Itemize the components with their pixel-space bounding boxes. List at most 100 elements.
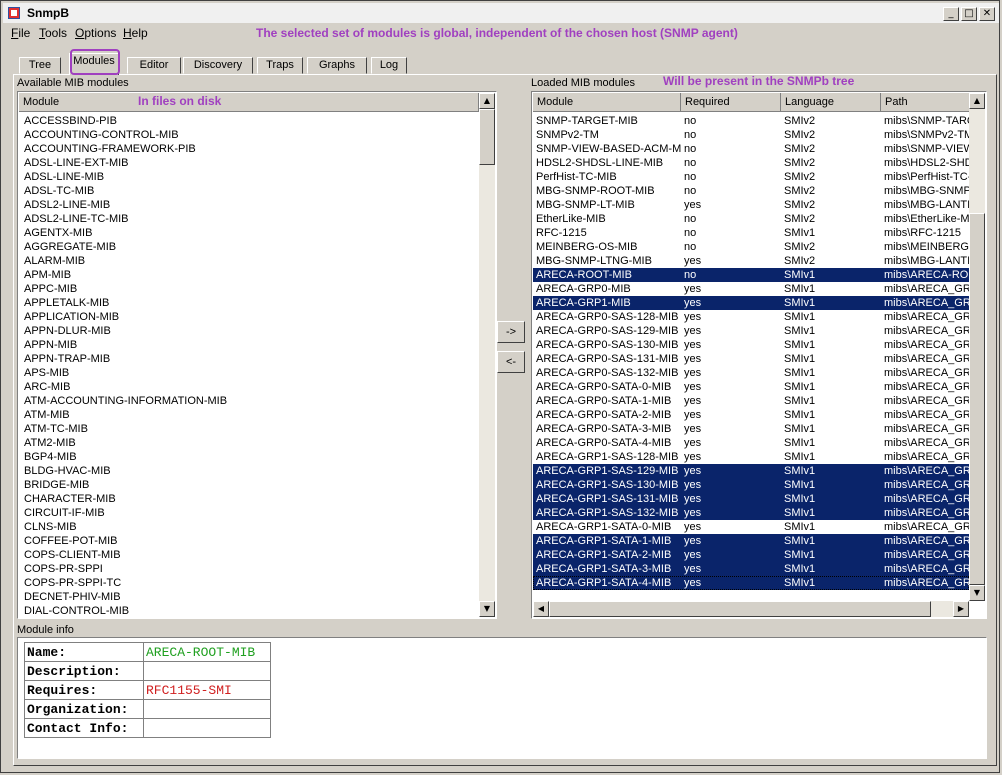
table-row[interactable]: SNMP-VIEW-BASED-ACM-MIB no SMIv2 mibs\SNMP-…: [533, 142, 971, 156]
loaded-list-hscrollbar[interactable]: ◀ ▶: [533, 601, 969, 617]
table-row[interactable]: ARECA-GRP0-SAS-128-MIB yes SMIv1 mibs\ARECA…: [533, 310, 971, 324]
table-row[interactable]: EtherLike-MIB no SMIv2 mibs\EtherLike-MI: [533, 212, 971, 226]
table-row[interactable]: MBG-SNMP-LTNG-MIB yes SMIv2 mibs\MBG-LANTI.…: [533, 254, 971, 268]
list-item[interactable]: APPN-DLUR-MIB: [19, 324, 479, 338]
available-modules-list[interactable]: Module ACCESSBIND-PIB ACCOUNTING-CONTROL-…: [17, 91, 497, 619]
table-row[interactable]: PerfHist-TC-MIB no SMIv2 mibs\PerfHist-TC-.…: [533, 170, 971, 184]
list-item[interactable]: COFFEE-POT-MIB: [19, 534, 479, 548]
add-module-button[interactable]: ->: [497, 321, 525, 343]
table-row[interactable]: MBG-SNMP-LT-MIB yes SMIv2 mibs\MBG-LANTI...: [533, 198, 971, 212]
list-item[interactable]: ADSL-TC-MIB: [19, 184, 479, 198]
maximize-button[interactable]: □: [961, 7, 977, 21]
list-item[interactable]: DECNET-PHIV-MIB: [19, 590, 479, 604]
scroll-down-button[interactable]: ▼: [479, 601, 495, 617]
table-row[interactable]: ARECA-GRP0-SATA-1-MIB yes SMIv1 mibs\ARECA_…: [533, 394, 971, 408]
list-item[interactable]: COPS-PR-SPPI: [19, 562, 479, 576]
table-row[interactable]: ARECA-GRP1-SAS-128-MIB yes SMIv1 mibs\ARECA…: [533, 450, 971, 464]
list-item[interactable]: AGENTX-MIB: [19, 226, 479, 240]
list-item[interactable]: BLDG-HVAC-MIB: [19, 464, 479, 478]
scroll-thumb[interactable]: [969, 213, 985, 585]
column-header-module[interactable]: Module: [19, 93, 479, 112]
minimize-button[interactable]: _: [943, 7, 959, 21]
table-row[interactable]: ARECA-GRP1-SATA-0-MIB yes SMIv1 mibs\ARECA_…: [533, 520, 971, 534]
scroll-thumb[interactable]: [479, 109, 495, 165]
available-list-scrollbar[interactable]: ▲ ▼: [479, 93, 495, 617]
list-item[interactable]: ALARM-MIB: [19, 254, 479, 268]
list-item[interactable]: AGGREGATE-MIB: [19, 240, 479, 254]
tab-tree[interactable]: Tree: [19, 57, 61, 74]
list-item[interactable]: CHARACTER-MIB: [19, 492, 479, 506]
tab-traps[interactable]: Traps: [257, 57, 303, 74]
table-row[interactable]: ARECA-GRP1-SAS-131-MIB yes SMIv1 mibs\ARECA…: [533, 492, 971, 506]
list-item[interactable]: ATM-MIB: [19, 408, 479, 422]
tab-editor[interactable]: Editor: [127, 57, 181, 74]
tab-log[interactable]: Log: [371, 57, 407, 74]
remove-module-button[interactable]: <-: [497, 351, 525, 373]
table-row[interactable]: ARECA-GRP1-SATA-4-MIB yes SMIv1 mibs\ARECA_…: [533, 576, 971, 590]
tab-discovery[interactable]: Discovery: [183, 57, 253, 74]
close-button[interactable]: ✕: [979, 7, 995, 21]
menu-file[interactable]: File: [11, 26, 30, 40]
table-row[interactable]: ARECA-GRP1-SAS-132-MIB yes SMIv1 mibs\ARECA…: [533, 506, 971, 520]
table-row[interactable]: ARECA-GRP0-SAS-131-MIB yes SMIv1 mibs\ARECA…: [533, 352, 971, 366]
column-header-language[interactable]: Language: [781, 93, 881, 112]
table-row[interactable]: ARECA-GRP1-SATA-1-MIB yes SMIv1 mibs\ARECA_…: [533, 534, 971, 548]
loaded-modules-list[interactable]: Module Required Language Path SNMP-TARGE…: [531, 91, 987, 619]
list-item[interactable]: APPLICATION-MIB: [19, 310, 479, 324]
tab-graphs[interactable]: Graphs: [307, 57, 367, 74]
menu-tools[interactable]: Tools: [39, 26, 67, 40]
list-item[interactable]: CLNS-MIB: [19, 520, 479, 534]
scroll-right-button[interactable]: ▶: [953, 601, 969, 617]
menu-options[interactable]: Options: [75, 26, 116, 40]
table-row[interactable]: ARECA-GRP0-SAS-132-MIB yes SMIv1 mibs\ARECA…: [533, 366, 971, 380]
list-item[interactable]: APM-MIB: [19, 268, 479, 282]
table-row[interactable]: ARECA-GRP0-SATA-4-MIB yes SMIv1 mibs\ARECA_…: [533, 436, 971, 450]
list-item[interactable]: ADSL2-LINE-MIB: [19, 198, 479, 212]
list-item[interactable]: ADSL2-LINE-TC-MIB: [19, 212, 479, 226]
table-row[interactable]: ARECA-GRP1-SAS-130-MIB yes SMIv1 mibs\ARECA…: [533, 478, 971, 492]
table-row[interactable]: ARECA-GRP0-SATA-3-MIB yes SMIv1 mibs\ARECA_…: [533, 422, 971, 436]
table-row[interactable]: ARECA-GRP0-SAS-129-MIB yes SMIv1 mibs\ARECA…: [533, 324, 971, 338]
table-row[interactable]: ARECA-GRP0-SAS-130-MIB yes SMIv1 mibs\ARECA…: [533, 338, 971, 352]
list-item[interactable]: APS-MIB: [19, 366, 479, 380]
list-item[interactable]: APPLETALK-MIB: [19, 296, 479, 310]
list-item[interactable]: APPN-TRAP-MIB: [19, 352, 479, 366]
scroll-down-button[interactable]: ▼: [969, 585, 985, 601]
scroll-up-button[interactable]: ▲: [969, 93, 985, 109]
list-item[interactable]: DIAL-CONTROL-MIB: [19, 604, 479, 618]
scroll-up-button[interactable]: ▲: [479, 93, 495, 109]
list-item[interactable]: ACCOUNTING-FRAMEWORK-PIB: [19, 142, 479, 156]
table-row[interactable]: HDSL2-SHDSL-LINE-MIB no SMIv2 mibs\HDSL2-SH…: [533, 156, 971, 170]
list-item[interactable]: ACCESSBIND-PIB: [19, 114, 479, 128]
list-item[interactable]: ATM-ACCOUNTING-INFORMATION-MIB: [19, 394, 479, 408]
column-header-required[interactable]: Required: [681, 93, 781, 112]
loaded-list-vscrollbar[interactable]: ▲ ▼: [969, 93, 985, 601]
table-row[interactable]: ARECA-GRP1-MIB yes SMIv1 mibs\ARECA_GR...: [533, 296, 971, 310]
table-row[interactable]: ARECA-GRP0-SATA-0-MIB yes SMIv1 mibs\ARECA_…: [533, 380, 971, 394]
column-header-module[interactable]: Module: [533, 93, 681, 112]
list-item[interactable]: ATM-TC-MIB: [19, 422, 479, 436]
column-header-path[interactable]: Path: [881, 93, 971, 112]
list-item[interactable]: BRIDGE-MIB: [19, 478, 479, 492]
table-row[interactable]: MEINBERG-OS-MIB no SMIv2 mibs\MEINBERG-...: [533, 240, 971, 254]
table-row[interactable]: RFC-1215 no SMIv1 mibs\RFC-1215: [533, 226, 969, 240]
table-row[interactable]: ARECA-GRP1-SAS-129-MIB yes SMIv1 mibs\ARECA…: [533, 464, 971, 478]
title-bar[interactable]: SnmpB _ □ ✕: [3, 3, 999, 23]
table-row[interactable]: SNMPv2-TM no SMIv2 mibs\SNMPv2-TM: [533, 128, 971, 142]
table-row[interactable]: MBG-SNMP-ROOT-MIB no SMIv2 mibs\MBG-SNMP-..…: [533, 184, 971, 198]
scroll-left-button[interactable]: ◀: [533, 601, 549, 617]
table-row[interactable]: ARECA-GRP0-MIB yes SMIv1 mibs\ARECA_GR...: [533, 282, 971, 296]
list-item[interactable]: ADSL-LINE-EXT-MIB: [19, 156, 479, 170]
table-row[interactable]: ARECA-GRP0-SATA-2-MIB yes SMIv1 mibs\ARECA_…: [533, 408, 971, 422]
list-item[interactable]: COPS-CLIENT-MIB: [19, 548, 479, 562]
list-item[interactable]: COPS-PR-SPPI-TC: [19, 576, 479, 590]
menu-help[interactable]: Help: [123, 26, 148, 40]
list-item[interactable]: ARC-MIB: [19, 380, 479, 394]
table-row[interactable]: ARECA-ROOT-MIB no SMIv1 mibs\ARECA-RO...: [533, 268, 971, 282]
table-row[interactable]: SNMP-TARGET-MIB no SMIv2 mibs\SNMP-TARG...: [533, 114, 971, 128]
list-item[interactable]: ACCOUNTING-CONTROL-MIB: [19, 128, 479, 142]
list-item[interactable]: APPC-MIB: [19, 282, 479, 296]
hscroll-thumb[interactable]: [549, 601, 931, 617]
table-row[interactable]: ARECA-GRP1-SATA-2-MIB yes SMIv1 mibs\ARECA_…: [533, 548, 971, 562]
list-item[interactable]: APPN-MIB: [19, 338, 479, 352]
